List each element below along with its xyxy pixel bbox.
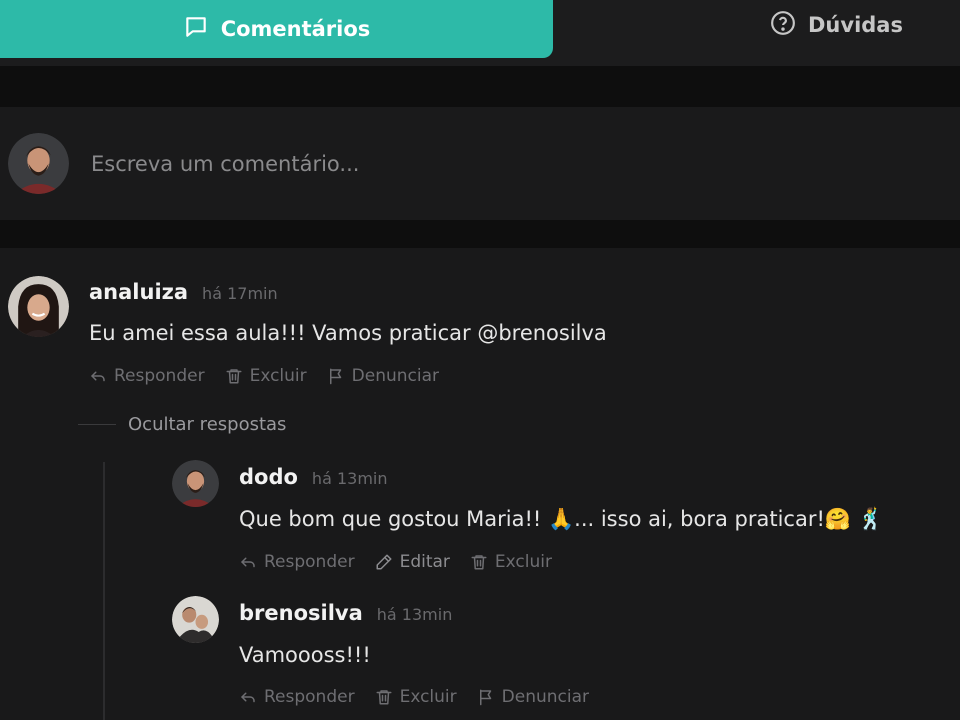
avatar — [172, 596, 219, 643]
pencil-icon — [375, 553, 393, 571]
comment-header: dodo há 13min — [239, 465, 387, 489]
flag-icon — [327, 367, 345, 385]
delete-button-label: Excluir — [399, 687, 457, 707]
comment-composer — [0, 107, 960, 220]
delete-button[interactable]: Excluir — [225, 366, 307, 386]
hide-replies-toggle[interactable]: Ocultar respostas — [78, 414, 286, 435]
tab-comentarios[interactable]: Comentários — [0, 0, 553, 58]
delete-button[interactable]: Excluir — [470, 552, 552, 572]
separator-band — [0, 66, 960, 107]
reply-button[interactable]: Responder — [239, 687, 355, 707]
comment-input[interactable] — [89, 131, 933, 197]
edit-button[interactable]: Editar — [375, 552, 450, 572]
delete-button-label: Excluir — [249, 366, 307, 386]
delete-button-label: Excluir — [494, 552, 552, 572]
reply-button-label: Responder — [264, 552, 355, 572]
tab-comentarios-label: Comentários — [220, 17, 371, 41]
comment-text: Eu amei essa aula!!! Vamos praticar @bre… — [89, 321, 607, 345]
comments-section — [0, 248, 960, 720]
reply-arrow-icon — [239, 553, 257, 571]
trash-icon — [375, 688, 393, 706]
tab-duvidas[interactable]: Dúvidas — [770, 8, 903, 42]
reply-arrow-icon — [239, 688, 257, 706]
tab-bar: Comentários Dúvidas — [0, 0, 960, 66]
reply-arrow-icon — [89, 367, 107, 385]
report-button-label: Denunciar — [501, 687, 589, 707]
comment-username[interactable]: dodo — [239, 465, 298, 489]
reply-button[interactable]: Responder — [239, 552, 355, 572]
comment-username[interactable]: brenosilva — [239, 601, 363, 625]
tab-duvidas-label: Dúvidas — [808, 13, 903, 37]
comment-actions: Responder Excluir Denunciar — [89, 366, 439, 386]
comment-timestamp: há 13min — [376, 605, 453, 624]
comment-text: Vamoooss!!! — [239, 643, 371, 667]
chat-bubble-icon — [183, 14, 209, 44]
avatar — [172, 460, 219, 507]
flag-icon — [477, 688, 495, 706]
comment-header: analuiza há 17min — [89, 280, 278, 304]
thread-line — [103, 462, 105, 720]
report-button[interactable]: Denunciar — [327, 366, 439, 386]
edit-button-label: Editar — [399, 552, 450, 572]
hide-replies-divider — [78, 424, 116, 425]
report-button[interactable]: Denunciar — [477, 687, 589, 707]
reply-button-label: Responder — [264, 687, 355, 707]
comment-timestamp: há 13min — [311, 469, 388, 488]
comment-actions: Responder Editar Excluir — [239, 552, 552, 572]
question-circle-icon — [770, 10, 796, 40]
trash-icon — [470, 553, 488, 571]
comment-text: Que bom que gostou Maria!! 🙏... isso ai,… — [239, 507, 884, 531]
comment-actions: Responder Excluir Denunciar — [239, 687, 589, 707]
delete-button[interactable]: Excluir — [375, 687, 457, 707]
comment-username[interactable]: analuiza — [89, 280, 188, 304]
comment-timestamp: há 17min — [202, 284, 278, 303]
avatar — [8, 276, 69, 337]
comment-header: brenosilva há 13min — [239, 601, 452, 625]
reply-button[interactable]: Responder — [89, 366, 205, 386]
reply-button-label: Responder — [114, 366, 205, 386]
trash-icon — [225, 367, 243, 385]
report-button-label: Denunciar — [351, 366, 439, 386]
current-user-avatar — [8, 133, 69, 194]
hide-replies-label: Ocultar respostas — [128, 414, 287, 435]
separator-band — [0, 220, 960, 248]
